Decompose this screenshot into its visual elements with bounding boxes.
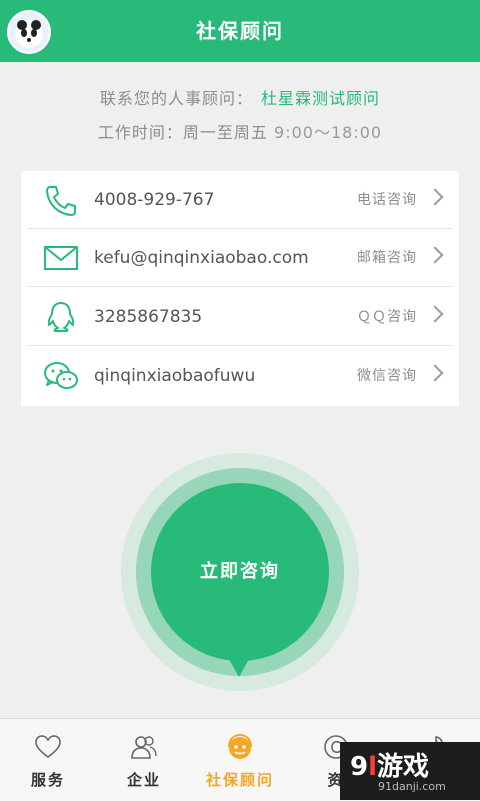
wechat-id: qinqinxiaobaofuwu (94, 366, 256, 386)
watermark-digit: 9 (350, 752, 369, 782)
chevron-right-icon (426, 246, 444, 264)
watermark-letter: l (368, 752, 378, 782)
divider (27, 286, 453, 287)
contact-row-phone[interactable]: 4008-929-767 电话咨询 (21, 171, 459, 229)
phone-number: 4008-929-767 (94, 190, 215, 210)
advisor-name: 杜星霖测试顾问 (261, 89, 381, 108)
contact-list: 4008-929-767 电话咨询 kefu@qinqinxiaobao.com… (21, 171, 459, 406)
hours-value: 9:00～18:00 (274, 123, 383, 142)
advisor-info: 联系您的人事顾问： 杜星霖测试顾问 (0, 85, 480, 109)
phone-consult-label: 电话咨询 (357, 192, 417, 208)
qq-consult-label: ＱＱ咨询 (357, 309, 417, 325)
tab-label: 企业 (126, 771, 161, 789)
chevron-right-icon (426, 364, 444, 382)
tab-label: 服务 (30, 771, 65, 789)
watermark-logo-text: 9l游戏 (350, 746, 429, 783)
email-consult-label: 邮箱咨询 (357, 250, 417, 266)
wechat-icon (44, 362, 78, 389)
consult-now-button[interactable]: 立即咨询 (151, 483, 329, 661)
tab-label: 社保顾问 (205, 771, 274, 789)
heart-icon (35, 735, 61, 759)
page-title: 社保顾问 (196, 19, 284, 43)
tab-service[interactable]: 服务 (0, 719, 96, 801)
contact-row-qq[interactable]: 3285867835 ＱＱ咨询 (21, 288, 459, 346)
chevron-right-icon (426, 305, 444, 323)
watermark-url: 91danji.com (378, 780, 446, 793)
mail-icon (44, 246, 78, 270)
contact-row-wechat[interactable]: qinqinxiaobaofuwu 微信咨询 (21, 347, 459, 405)
chevron-right-icon (426, 188, 444, 206)
tab-social-security-advisor[interactable]: 社保顾问 (192, 719, 288, 801)
contact-label: 联系您的人事顾问： (99, 89, 253, 108)
tab-enterprise[interactable]: 企业 (96, 719, 192, 801)
qq-number: 3285867835 (94, 307, 203, 327)
qq-icon (47, 302, 75, 332)
app-header: 社保顾问 (0, 0, 480, 62)
watermark-word: 游戏 (377, 752, 430, 782)
divider (27, 345, 453, 346)
advisor-icon (228, 733, 252, 759)
working-hours: 工作时间：周一至周五 9:00～18:00 (0, 119, 480, 143)
wechat-consult-label: 微信咨询 (357, 368, 417, 384)
phone-icon (46, 186, 76, 216)
site-watermark: 9l游戏 91danji.com (340, 742, 480, 800)
contact-row-email[interactable]: kefu@qinqinxiaobao.com 邮箱咨询 (21, 229, 459, 287)
hours-label: 工作时间：周一至周五 (97, 123, 268, 142)
people-icon (131, 736, 157, 759)
email-address: kefu@qinqinxiaobao.com (94, 248, 309, 268)
